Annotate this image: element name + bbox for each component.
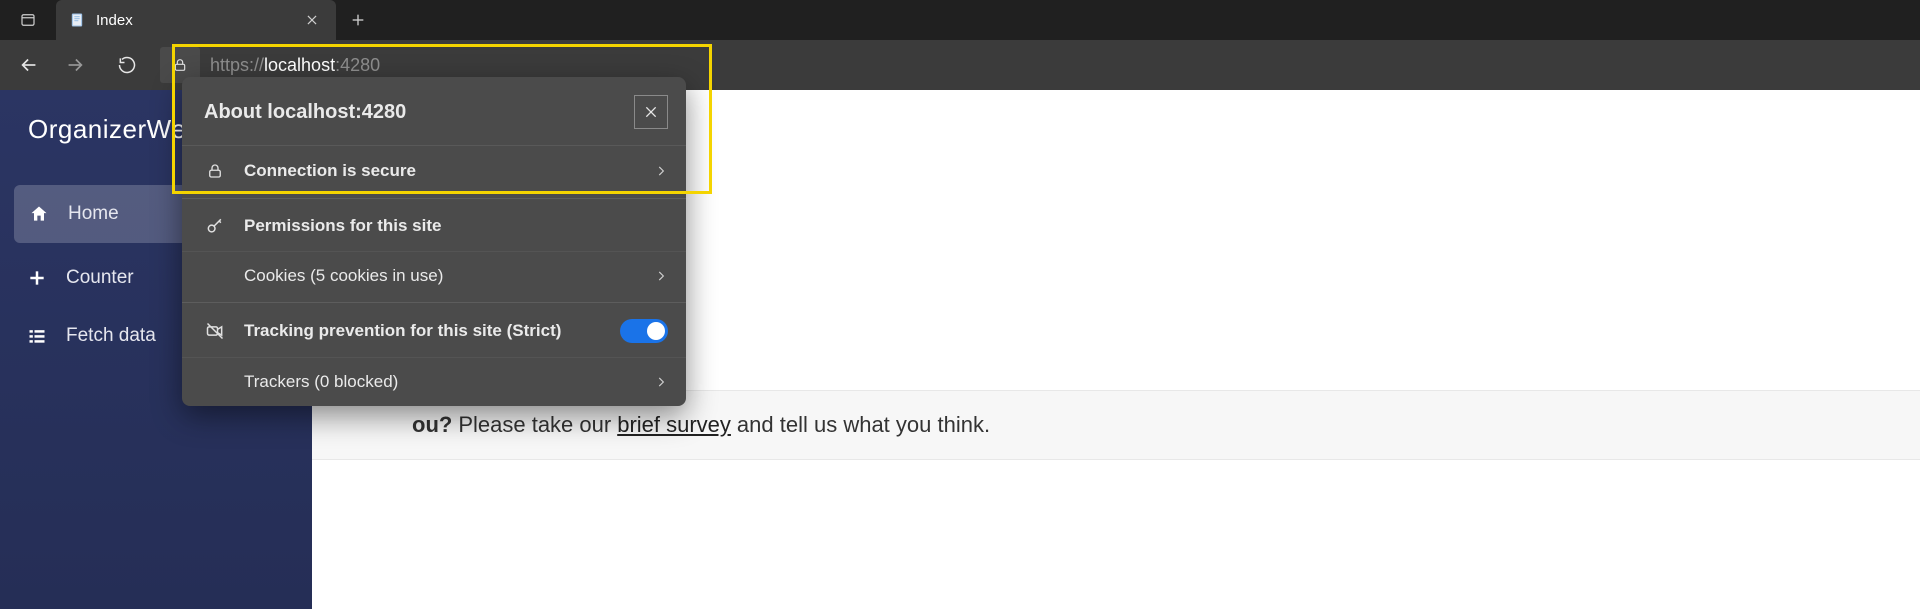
tab-title: Index [96,12,133,29]
chevron-right-icon [654,269,668,283]
site-info-popover: About localhost:4280 Connection is secur… [182,77,686,406]
new-tab-button[interactable] [336,0,380,40]
row-label: Connection is secure [244,161,416,181]
survey-link[interactable]: brief survey [617,412,731,438]
page-favicon [68,11,86,29]
chevron-right-icon [654,164,668,178]
sidebar-item-label: Fetch data [66,325,156,347]
url-scheme: https:// [210,55,264,76]
camera-off-icon [204,320,226,342]
popover-row-tracking-prevention[interactable]: Tracking prevention for this site (Stric… [182,305,686,357]
url-port: :4280 [335,55,380,76]
survey-prefix: ou? [412,412,452,438]
popover-title: About localhost:4280 [204,101,406,124]
popover-row-cookies[interactable]: Cookies (5 cookies in use) [182,251,686,300]
lock-icon [204,160,226,182]
close-tab-button[interactable] [302,10,322,30]
browser-tab[interactable]: Index [56,0,336,40]
row-label: Trackers (0 blocked) [244,372,398,392]
sidebar-item-label: Counter [66,267,134,289]
popover-row-trackers[interactable]: Trackers (0 blocked) [182,357,686,406]
forward-button[interactable] [52,45,98,85]
plus-icon [26,267,48,289]
tab-actions-button[interactable] [0,0,56,40]
key-icon [204,215,226,237]
tracking-prevention-toggle[interactable] [620,319,668,343]
popover-close-button[interactable] [634,95,668,129]
back-button[interactable] [6,45,52,85]
home-icon [28,203,50,225]
survey-middle: Please take our [458,412,611,438]
tab-strip: Index [0,0,1920,40]
popover-header: About localhost:4280 [182,77,686,146]
popover-row-permissions[interactable]: Permissions for this site [182,201,686,251]
popover-row-connection-secure[interactable]: Connection is secure [182,146,686,196]
row-label: Permissions for this site [244,216,441,236]
survey-suffix: and tell us what you think. [737,412,990,438]
sidebar-item-label: Home [68,203,119,225]
url-host: localhost [264,55,335,76]
list-icon [26,325,48,347]
refresh-button[interactable] [104,45,150,85]
row-label: Cookies (5 cookies in use) [244,266,443,286]
row-label: Tracking prevention for this site (Stric… [244,321,561,341]
chevron-right-icon [654,375,668,389]
